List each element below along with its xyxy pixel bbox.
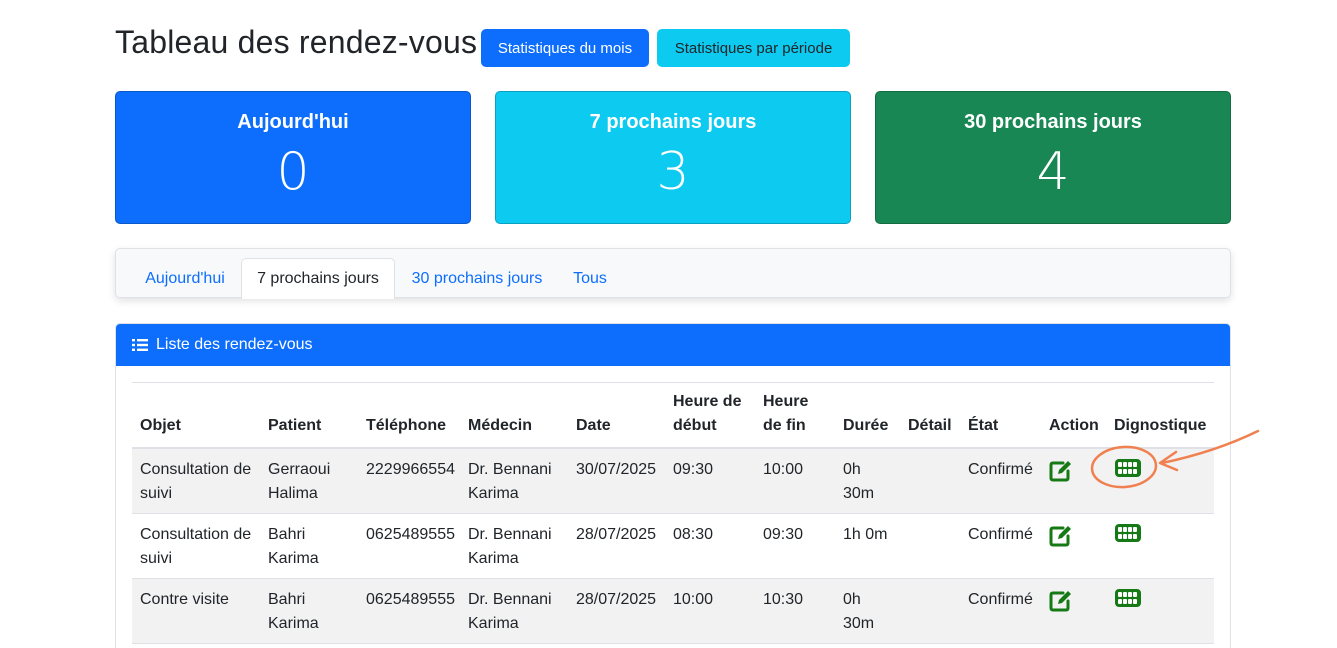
cell-telephone: 0625489555 [366, 591, 455, 608]
col-patient: Patient [268, 417, 322, 434]
cell-heure-debut: 08:30 [673, 526, 714, 543]
cell-medecin: Dr. Bennani Karima [468, 591, 552, 632]
teeth-icon [1115, 459, 1141, 477]
edit-icon [1049, 591, 1071, 612]
cell-patient: Bahri Karima [268, 526, 319, 567]
col-heure-fin: Heure de fin [763, 393, 809, 434]
cell-etat: Confirmé [968, 526, 1033, 543]
col-action: Action [1049, 417, 1099, 434]
tab-today[interactable]: Aujourd'hui [130, 258, 240, 299]
cell-objet: Contre visite [140, 591, 229, 608]
edit-button[interactable] [1049, 524, 1074, 552]
cell-heure-fin: 09:30 [763, 526, 804, 543]
col-objet: Objet [140, 417, 181, 434]
tabs-bar: Aujourd'hui 7 prochains jours 30 prochai… [115, 248, 1231, 299]
cell-medecin: Dr. Bennani Karima [468, 526, 552, 567]
period-stats-button[interactable]: Statistiques par période [657, 29, 850, 67]
cell-medecin: Dr. Bennani Karima [468, 461, 552, 502]
teeth-icon [1115, 524, 1141, 542]
tab-next-30-days[interactable]: 30 prochains jours [397, 258, 557, 299]
cell-objet: Consultation de suivi [140, 526, 252, 567]
card-title: Aujourd'hui [237, 111, 349, 133]
col-telephone: Téléphone [366, 417, 447, 434]
cell-etat: Confirmé [968, 591, 1033, 608]
cell-etat: Confirmé [968, 461, 1033, 478]
table-row: Contre visite Bahri Karima 0625489555 Dr… [132, 579, 1214, 644]
today-card: Aujourd'hui 0 [115, 91, 471, 224]
cell-heure-debut: 10:00 [673, 591, 714, 608]
table-row: Consultation de suivi Gerraoui Halima 22… [132, 449, 1214, 514]
monthly-stats-button[interactable]: Statistiques du mois [481, 29, 649, 67]
cell-heure-fin: 10:00 [763, 461, 804, 478]
cell-telephone: 0625489555 [366, 526, 455, 543]
diagnostic-button[interactable] [1114, 588, 1142, 613]
card-value: 0 [276, 142, 310, 202]
col-heure-debut: Heure de début [673, 393, 742, 434]
col-etat: État [968, 417, 999, 434]
diagnostic-button[interactable] [1114, 523, 1142, 548]
cell-objet: Consultation de suivi [140, 461, 252, 502]
cell-duree: 1h 0m [843, 526, 888, 543]
tab-next-7-days[interactable]: 7 prochains jours [241, 258, 395, 299]
table-header: Objet Patient Téléphone Médecin Date Heu… [132, 383, 1214, 449]
table-row: Consultation de suivi Bahri Karima 06254… [132, 514, 1214, 579]
col-duree: Durée [843, 417, 889, 434]
card-title: 7 prochains jours [589, 111, 757, 133]
next-7-days-card: 7 prochains jours 3 [495, 91, 851, 224]
card-title: 30 prochains jours [964, 111, 1142, 133]
page-title: Tableau des rendez-vous [115, 24, 478, 60]
next-30-days-card: 30 prochains jours 4 [875, 91, 1231, 224]
cell-date: 30/07/2025 [576, 461, 657, 478]
col-diagnostique: Dignostique [1114, 417, 1207, 434]
cell-heure-debut: 09:30 [673, 461, 714, 478]
list-icon [132, 339, 148, 351]
edit-icon [1049, 526, 1071, 547]
col-medecin: Médecin [468, 417, 533, 434]
card-value: 4 [1036, 142, 1070, 202]
appointments-title: Liste des rendez-vous [156, 336, 313, 353]
cell-date: 28/07/2025 [576, 526, 657, 543]
edit-button[interactable] [1049, 589, 1074, 617]
edit-icon [1049, 461, 1071, 482]
teeth-icon [1115, 589, 1141, 607]
appointments-card: Liste des rendez-vous Objet Patient Télé… [115, 323, 1231, 648]
cell-date: 28/07/2025 [576, 591, 657, 608]
card-value: 3 [656, 142, 690, 202]
edit-button[interactable] [1049, 459, 1074, 487]
diagnostic-button[interactable] [1114, 458, 1142, 483]
cell-duree: 0h 30m [843, 591, 875, 632]
col-date: Date [576, 417, 611, 434]
cell-duree: 0h 30m [843, 461, 875, 502]
col-detail: Détail [908, 417, 952, 434]
cell-patient: Bahri Karima [268, 591, 319, 632]
tab-all[interactable]: Tous [559, 258, 621, 299]
cell-telephone: 2229966554 [366, 461, 455, 478]
appointments-header: Liste des rendez-vous [116, 324, 1230, 366]
cell-patient: Gerraoui Halima [268, 461, 331, 502]
cell-heure-fin: 10:30 [763, 591, 804, 608]
appointments-table: Objet Patient Téléphone Médecin Date Heu… [132, 382, 1214, 644]
